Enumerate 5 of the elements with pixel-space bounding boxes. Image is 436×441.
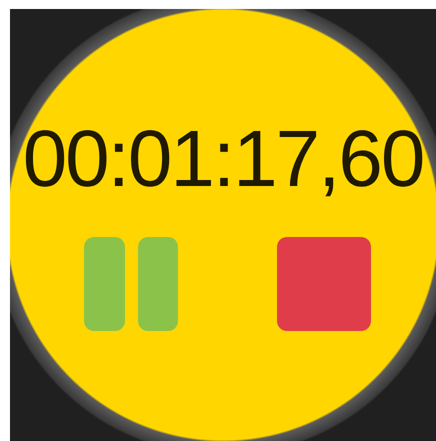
stop-icon [277, 237, 371, 331]
elapsed-time: 00:01:17,60 [22, 119, 424, 199]
pause-icon [84, 237, 178, 331]
pause-button[interactable] [84, 237, 178, 331]
stop-button[interactable] [277, 237, 371, 331]
